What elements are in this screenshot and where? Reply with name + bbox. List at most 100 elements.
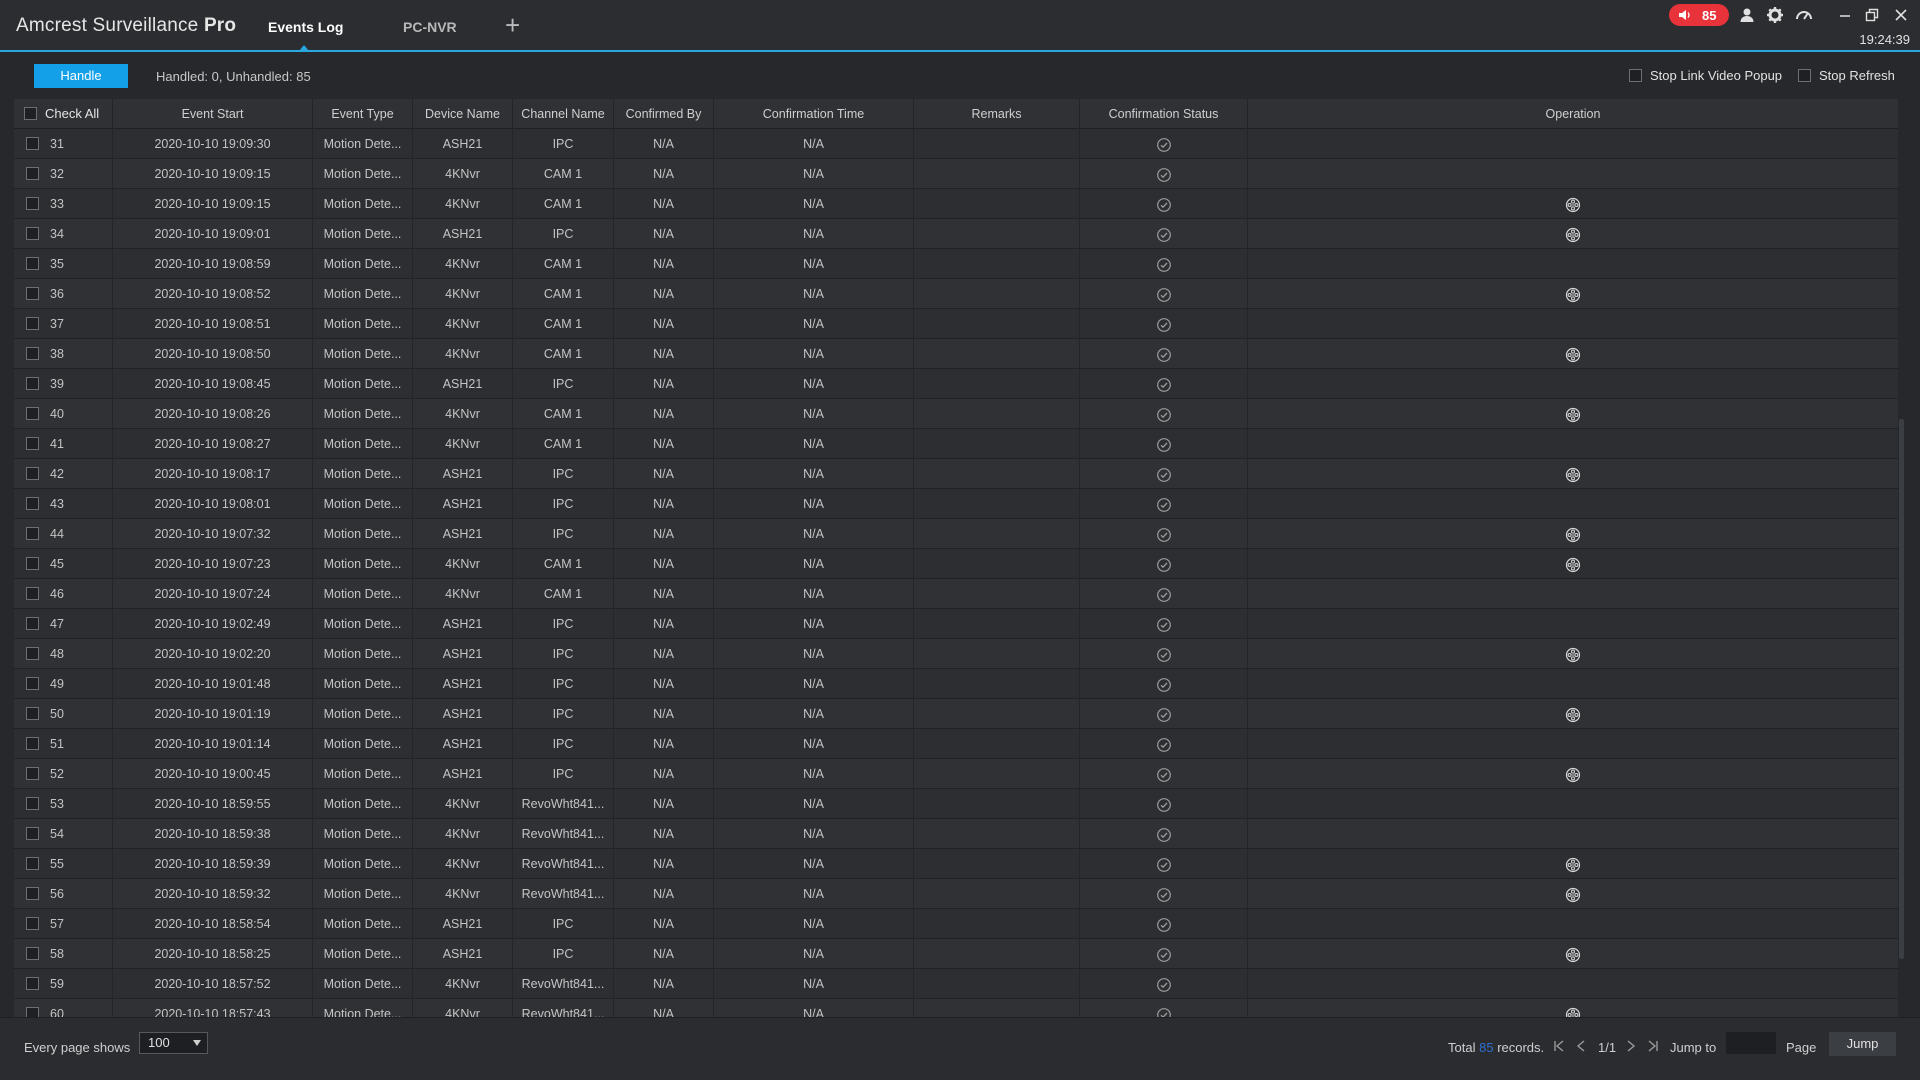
cell-row-select[interactable]: 40 — [14, 399, 113, 429]
column-channel-name[interactable]: Channel Name — [513, 99, 614, 129]
row-checkbox[interactable] — [26, 857, 39, 870]
cell-row-select[interactable]: 45 — [14, 549, 113, 579]
check-all-header[interactable]: Check All — [14, 99, 113, 129]
playback-reel-icon[interactable] — [1565, 767, 1581, 783]
row-checkbox[interactable] — [26, 167, 39, 180]
cell-row-select[interactable]: 42 — [14, 459, 113, 489]
cell-row-select[interactable]: 56 — [14, 879, 113, 909]
alarm-badge[interactable]: 85 — [1669, 4, 1729, 26]
table-row[interactable]: 49 2020-10-10 19:01:48 Motion Dete... ASH21… — [14, 669, 1898, 699]
per-page-select[interactable]: 100 — [139, 1032, 208, 1054]
cell-row-select[interactable]: 51 — [14, 729, 113, 759]
table-row[interactable]: 58 2020-10-10 18:58:25 Motion Dete... ASH21… — [14, 939, 1898, 969]
playback-reel-icon[interactable] — [1565, 857, 1581, 873]
row-checkbox[interactable] — [26, 287, 39, 300]
column-device-name[interactable]: Device Name — [413, 99, 513, 129]
row-checkbox[interactable] — [26, 737, 39, 750]
stop-link-video-popup-option[interactable]: Stop Link Video Popup — [1629, 68, 1782, 83]
column-remarks[interactable]: Remarks — [914, 99, 1080, 129]
first-page-icon[interactable] — [1552, 1038, 1566, 1054]
table-row[interactable]: 54 2020-10-10 18:59:38 Motion Dete... 4KNvr… — [14, 819, 1898, 849]
table-row[interactable]: 60 2020-10-10 18:57:43 Motion Dete... 4KNvr… — [14, 999, 1898, 1017]
row-checkbox[interactable] — [26, 767, 39, 780]
row-checkbox[interactable] — [26, 227, 39, 240]
previous-page-icon[interactable] — [1574, 1038, 1588, 1054]
row-checkbox[interactable] — [26, 197, 39, 210]
table-row[interactable]: 35 2020-10-10 19:08:59 Motion Dete... 4KNvr… — [14, 249, 1898, 279]
jump-button[interactable]: Jump — [1829, 1032, 1896, 1056]
cell-row-select[interactable]: 55 — [14, 849, 113, 879]
table-row[interactable]: 47 2020-10-10 19:02:49 Motion Dete... ASH21… — [14, 609, 1898, 639]
close-icon[interactable] — [1892, 6, 1910, 24]
last-page-icon[interactable] — [1646, 1038, 1660, 1054]
playback-reel-icon[interactable] — [1565, 467, 1581, 483]
row-checkbox[interactable] — [26, 887, 39, 900]
playback-reel-icon[interactable] — [1565, 647, 1581, 663]
gear-icon[interactable] — [1766, 6, 1784, 24]
table-row[interactable]: 43 2020-10-10 19:08:01 Motion Dete... ASH21… — [14, 489, 1898, 519]
playback-reel-icon[interactable] — [1565, 707, 1581, 723]
cell-row-select[interactable]: 46 — [14, 579, 113, 609]
row-checkbox[interactable] — [26, 347, 39, 360]
playback-reel-icon[interactable] — [1565, 287, 1581, 303]
table-row[interactable]: 52 2020-10-10 19:00:45 Motion Dete... ASH21… — [14, 759, 1898, 789]
row-checkbox[interactable] — [26, 977, 39, 990]
column-confirmation-status[interactable]: Confirmation Status — [1080, 99, 1248, 129]
tab-events-log[interactable]: Events Log — [268, 19, 343, 35]
cell-row-select[interactable]: 49 — [14, 669, 113, 699]
row-checkbox[interactable] — [26, 587, 39, 600]
playback-reel-icon[interactable] — [1565, 347, 1581, 363]
playback-reel-icon[interactable] — [1565, 947, 1581, 963]
table-row[interactable]: 40 2020-10-10 19:08:26 Motion Dete... 4KNvr… — [14, 399, 1898, 429]
stop-refresh-checkbox[interactable] — [1798, 69, 1811, 82]
table-row[interactable]: 51 2020-10-10 19:01:14 Motion Dete... ASH21… — [14, 729, 1898, 759]
minimize-icon[interactable] — [1836, 6, 1854, 24]
table-row[interactable]: 32 2020-10-10 19:09:15 Motion Dete... 4KNvr… — [14, 159, 1898, 189]
playback-reel-icon[interactable] — [1565, 557, 1581, 573]
cell-row-select[interactable]: 32 — [14, 159, 113, 189]
table-row[interactable]: 50 2020-10-10 19:01:19 Motion Dete... ASH21… — [14, 699, 1898, 729]
playback-reel-icon[interactable] — [1565, 887, 1581, 903]
cell-row-select[interactable]: 48 — [14, 639, 113, 669]
table-row[interactable]: 42 2020-10-10 19:08:17 Motion Dete... ASH21… — [14, 459, 1898, 489]
table-row[interactable]: 39 2020-10-10 19:08:45 Motion Dete... ASH21… — [14, 369, 1898, 399]
cell-row-select[interactable]: 59 — [14, 969, 113, 999]
user-icon[interactable] — [1738, 6, 1756, 24]
cell-row-select[interactable]: 57 — [14, 909, 113, 939]
row-checkbox[interactable] — [26, 947, 39, 960]
cell-row-select[interactable]: 58 — [14, 939, 113, 969]
row-checkbox[interactable] — [26, 257, 39, 270]
table-row[interactable]: 37 2020-10-10 19:08:51 Motion Dete... 4KNvr… — [14, 309, 1898, 339]
table-scrollbar[interactable] — [1898, 99, 1905, 1017]
table-row[interactable]: 59 2020-10-10 18:57:52 Motion Dete... 4KNvr… — [14, 969, 1898, 999]
table-row[interactable]: 34 2020-10-10 19:09:01 Motion Dete... ASH21… — [14, 219, 1898, 249]
playback-reel-icon[interactable] — [1565, 197, 1581, 213]
cell-row-select[interactable]: 53 — [14, 789, 113, 819]
cell-row-select[interactable]: 31 — [14, 129, 113, 159]
check-all-checkbox[interactable] — [24, 107, 37, 120]
column-operation[interactable]: Operation — [1248, 99, 1898, 129]
row-checkbox[interactable] — [26, 527, 39, 540]
row-checkbox[interactable] — [26, 407, 39, 420]
table-row[interactable]: 46 2020-10-10 19:07:24 Motion Dete... 4KNvr… — [14, 579, 1898, 609]
restore-icon[interactable] — [1863, 6, 1881, 24]
tab-pc-nvr[interactable]: PC-NVR — [403, 19, 457, 35]
playback-reel-icon[interactable] — [1565, 407, 1581, 423]
cell-row-select[interactable]: 38 — [14, 339, 113, 369]
cell-row-select[interactable]: 37 — [14, 309, 113, 339]
cell-row-select[interactable]: 52 — [14, 759, 113, 789]
row-checkbox[interactable] — [26, 497, 39, 510]
row-checkbox[interactable] — [26, 617, 39, 630]
cell-row-select[interactable]: 43 — [14, 489, 113, 519]
column-event-start[interactable]: Event Start — [113, 99, 313, 129]
row-checkbox[interactable] — [26, 707, 39, 720]
row-checkbox[interactable] — [26, 377, 39, 390]
table-row[interactable]: 48 2020-10-10 19:02:20 Motion Dete... ASH21… — [14, 639, 1898, 669]
cell-row-select[interactable]: 44 — [14, 519, 113, 549]
scrollbar-thumb[interactable] — [1899, 419, 1904, 959]
table-row[interactable]: 36 2020-10-10 19:08:52 Motion Dete... 4KNvr… — [14, 279, 1898, 309]
next-page-icon[interactable] — [1624, 1038, 1638, 1054]
table-row[interactable]: 31 2020-10-10 19:09:30 Motion Dete... ASH21… — [14, 129, 1898, 159]
row-checkbox[interactable] — [26, 647, 39, 660]
row-checkbox[interactable] — [26, 317, 39, 330]
